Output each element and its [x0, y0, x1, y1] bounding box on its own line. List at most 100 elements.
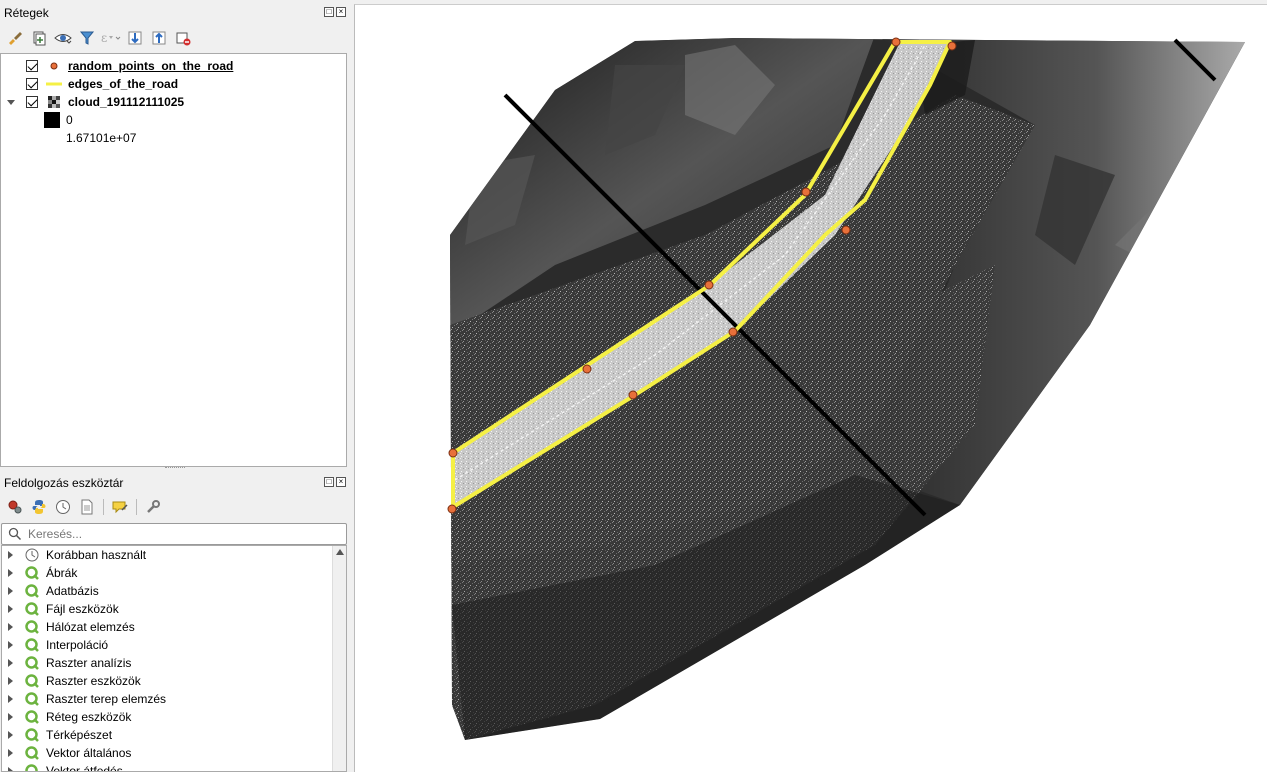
remove-layer-button[interactable]	[172, 28, 194, 48]
filter-expression-button[interactable]: ε	[100, 28, 122, 48]
processing-group-label: Vektor átfedés	[46, 764, 123, 772]
processing-group-item[interactable]: Korábban használt	[2, 546, 332, 564]
chevron-right-icon[interactable]	[8, 587, 13, 595]
processing-group-item[interactable]: Raszter analízis	[2, 654, 332, 672]
processing-group-item[interactable]: Vektor átfedés	[2, 762, 332, 772]
chevron-right-icon[interactable]	[8, 569, 13, 577]
qgis-logo-icon	[25, 584, 39, 598]
models-button[interactable]	[4, 497, 26, 517]
scroll-up-arrow[interactable]	[336, 549, 344, 555]
results-viewer-button[interactable]	[76, 497, 98, 517]
collapse-all-icon	[152, 31, 166, 45]
layer-visibility-checkbox[interactable]	[26, 78, 38, 90]
processing-group-label: Korábban használt	[46, 548, 147, 562]
layer-item-edges-of-road[interactable]: edges_of_the_road	[1, 75, 346, 93]
chevron-right-icon[interactable]	[8, 677, 13, 685]
python-icon	[32, 500, 46, 514]
chevron-right-icon[interactable]	[8, 695, 13, 703]
legend-min-label: 0	[66, 113, 73, 127]
processing-group-item[interactable]: Ábrák	[2, 564, 332, 582]
float-panel-button[interactable]: □	[324, 477, 334, 487]
processing-group-label: Interpoláció	[46, 638, 109, 652]
expander-placeholder	[6, 79, 16, 89]
road-point	[801, 187, 811, 197]
layer-visibility-checkbox[interactable]	[26, 60, 38, 72]
chevron-right-icon[interactable]	[8, 749, 13, 757]
add-group-button[interactable]	[28, 28, 50, 48]
manage-visibility-button[interactable]	[52, 28, 74, 48]
scrollbar[interactable]	[332, 546, 346, 771]
clock-icon	[25, 548, 39, 562]
raster-symbol-icon	[46, 96, 62, 108]
search-input[interactable]	[28, 527, 328, 541]
layer-name: cloud_191112111025	[68, 95, 185, 109]
search-icon	[8, 527, 22, 541]
layer-visibility-checkbox[interactable]	[26, 96, 38, 108]
road-point	[628, 390, 638, 400]
processing-group-label: Hálózat elemzés	[46, 620, 135, 634]
panel-splitter[interactable]	[165, 467, 185, 470]
processing-group-label: Raszter analízis	[46, 656, 132, 670]
layers-tree: random_points_on_the_road edges_of_the_r…	[0, 53, 347, 467]
point-symbol-icon	[46, 60, 62, 72]
processing-group-item[interactable]: Térképészet	[2, 726, 332, 744]
layer-item-cloud[interactable]: cloud_191112111025	[1, 93, 346, 111]
filter-legend-button[interactable]	[76, 28, 98, 48]
road-point	[891, 37, 901, 47]
layers-panel-controls: □ ×	[324, 7, 346, 17]
chevron-down-icon[interactable]	[6, 97, 16, 107]
line-symbol-icon	[46, 78, 62, 90]
close-panel-button[interactable]: ×	[336, 7, 346, 17]
layers-panel-title: Rétegek	[4, 6, 49, 20]
history-button[interactable]	[52, 497, 74, 517]
map-canvas[interactable]	[354, 4, 1267, 772]
processing-group-item[interactable]: Raszter eszközök	[2, 672, 332, 690]
processing-group-item[interactable]: Adatbázis	[2, 582, 332, 600]
expander-placeholder	[6, 61, 16, 71]
chevron-right-icon[interactable]	[8, 623, 13, 631]
qgis-window: Rétegek □ × ε random_points_on_the_road …	[0, 0, 1267, 772]
options-button[interactable]	[142, 497, 164, 517]
chevron-right-icon[interactable]	[8, 551, 13, 559]
legend-max-label: 1.67101e+07	[66, 131, 137, 145]
road-point	[447, 504, 457, 514]
processing-group-label: Adatbázis	[46, 584, 99, 598]
expand-all-button[interactable]	[124, 28, 146, 48]
scripts-button[interactable]	[28, 497, 50, 517]
qgis-logo-icon	[25, 728, 39, 742]
road-point	[448, 448, 458, 458]
toolbar-separator	[103, 499, 104, 515]
close-panel-button[interactable]: ×	[336, 477, 346, 487]
processing-group-label: Fájl eszközök	[46, 602, 119, 616]
add-group-icon	[33, 31, 46, 46]
processing-panel-controls: □ ×	[324, 477, 346, 487]
gears-icon	[8, 500, 22, 514]
processing-group-item[interactable]: Vektor általános	[2, 744, 332, 762]
style-panel-button[interactable]	[4, 28, 26, 48]
map-render	[447, 37, 1245, 740]
processing-group-item[interactable]: Interpoláció	[2, 636, 332, 654]
layer-item-random-points[interactable]: random_points_on_the_road	[1, 57, 346, 75]
chevron-right-icon[interactable]	[8, 659, 13, 667]
processing-group-item[interactable]: Réteg eszközök	[2, 708, 332, 726]
chevron-right-icon[interactable]	[8, 605, 13, 613]
chevron-right-icon[interactable]	[8, 731, 13, 739]
float-panel-button[interactable]: □	[324, 7, 334, 17]
chevron-right-icon[interactable]	[8, 713, 13, 721]
processing-group-item[interactable]: Hálózat elemzés	[2, 618, 332, 636]
chevron-right-icon[interactable]	[8, 641, 13, 649]
wrench-icon	[147, 500, 160, 513]
document-icon	[81, 499, 93, 515]
processing-panel-title: Feldolgozás eszköztár	[4, 476, 124, 490]
qgis-logo-icon	[25, 692, 39, 706]
processing-group-item[interactable]: Fájl eszközök	[2, 600, 332, 618]
qgis-logo-icon	[25, 746, 39, 760]
road-point	[841, 225, 851, 235]
collapse-all-button[interactable]	[148, 28, 170, 48]
edit-features-button[interactable]	[109, 497, 131, 517]
clock-icon	[56, 500, 70, 514]
processing-group-label: Réteg eszközök	[46, 710, 132, 724]
processing-group-item[interactable]: Raszter terep elemzés	[2, 690, 332, 708]
raster-legend-min: 0	[1, 111, 346, 129]
chevron-right-icon[interactable]	[8, 767, 13, 771]
